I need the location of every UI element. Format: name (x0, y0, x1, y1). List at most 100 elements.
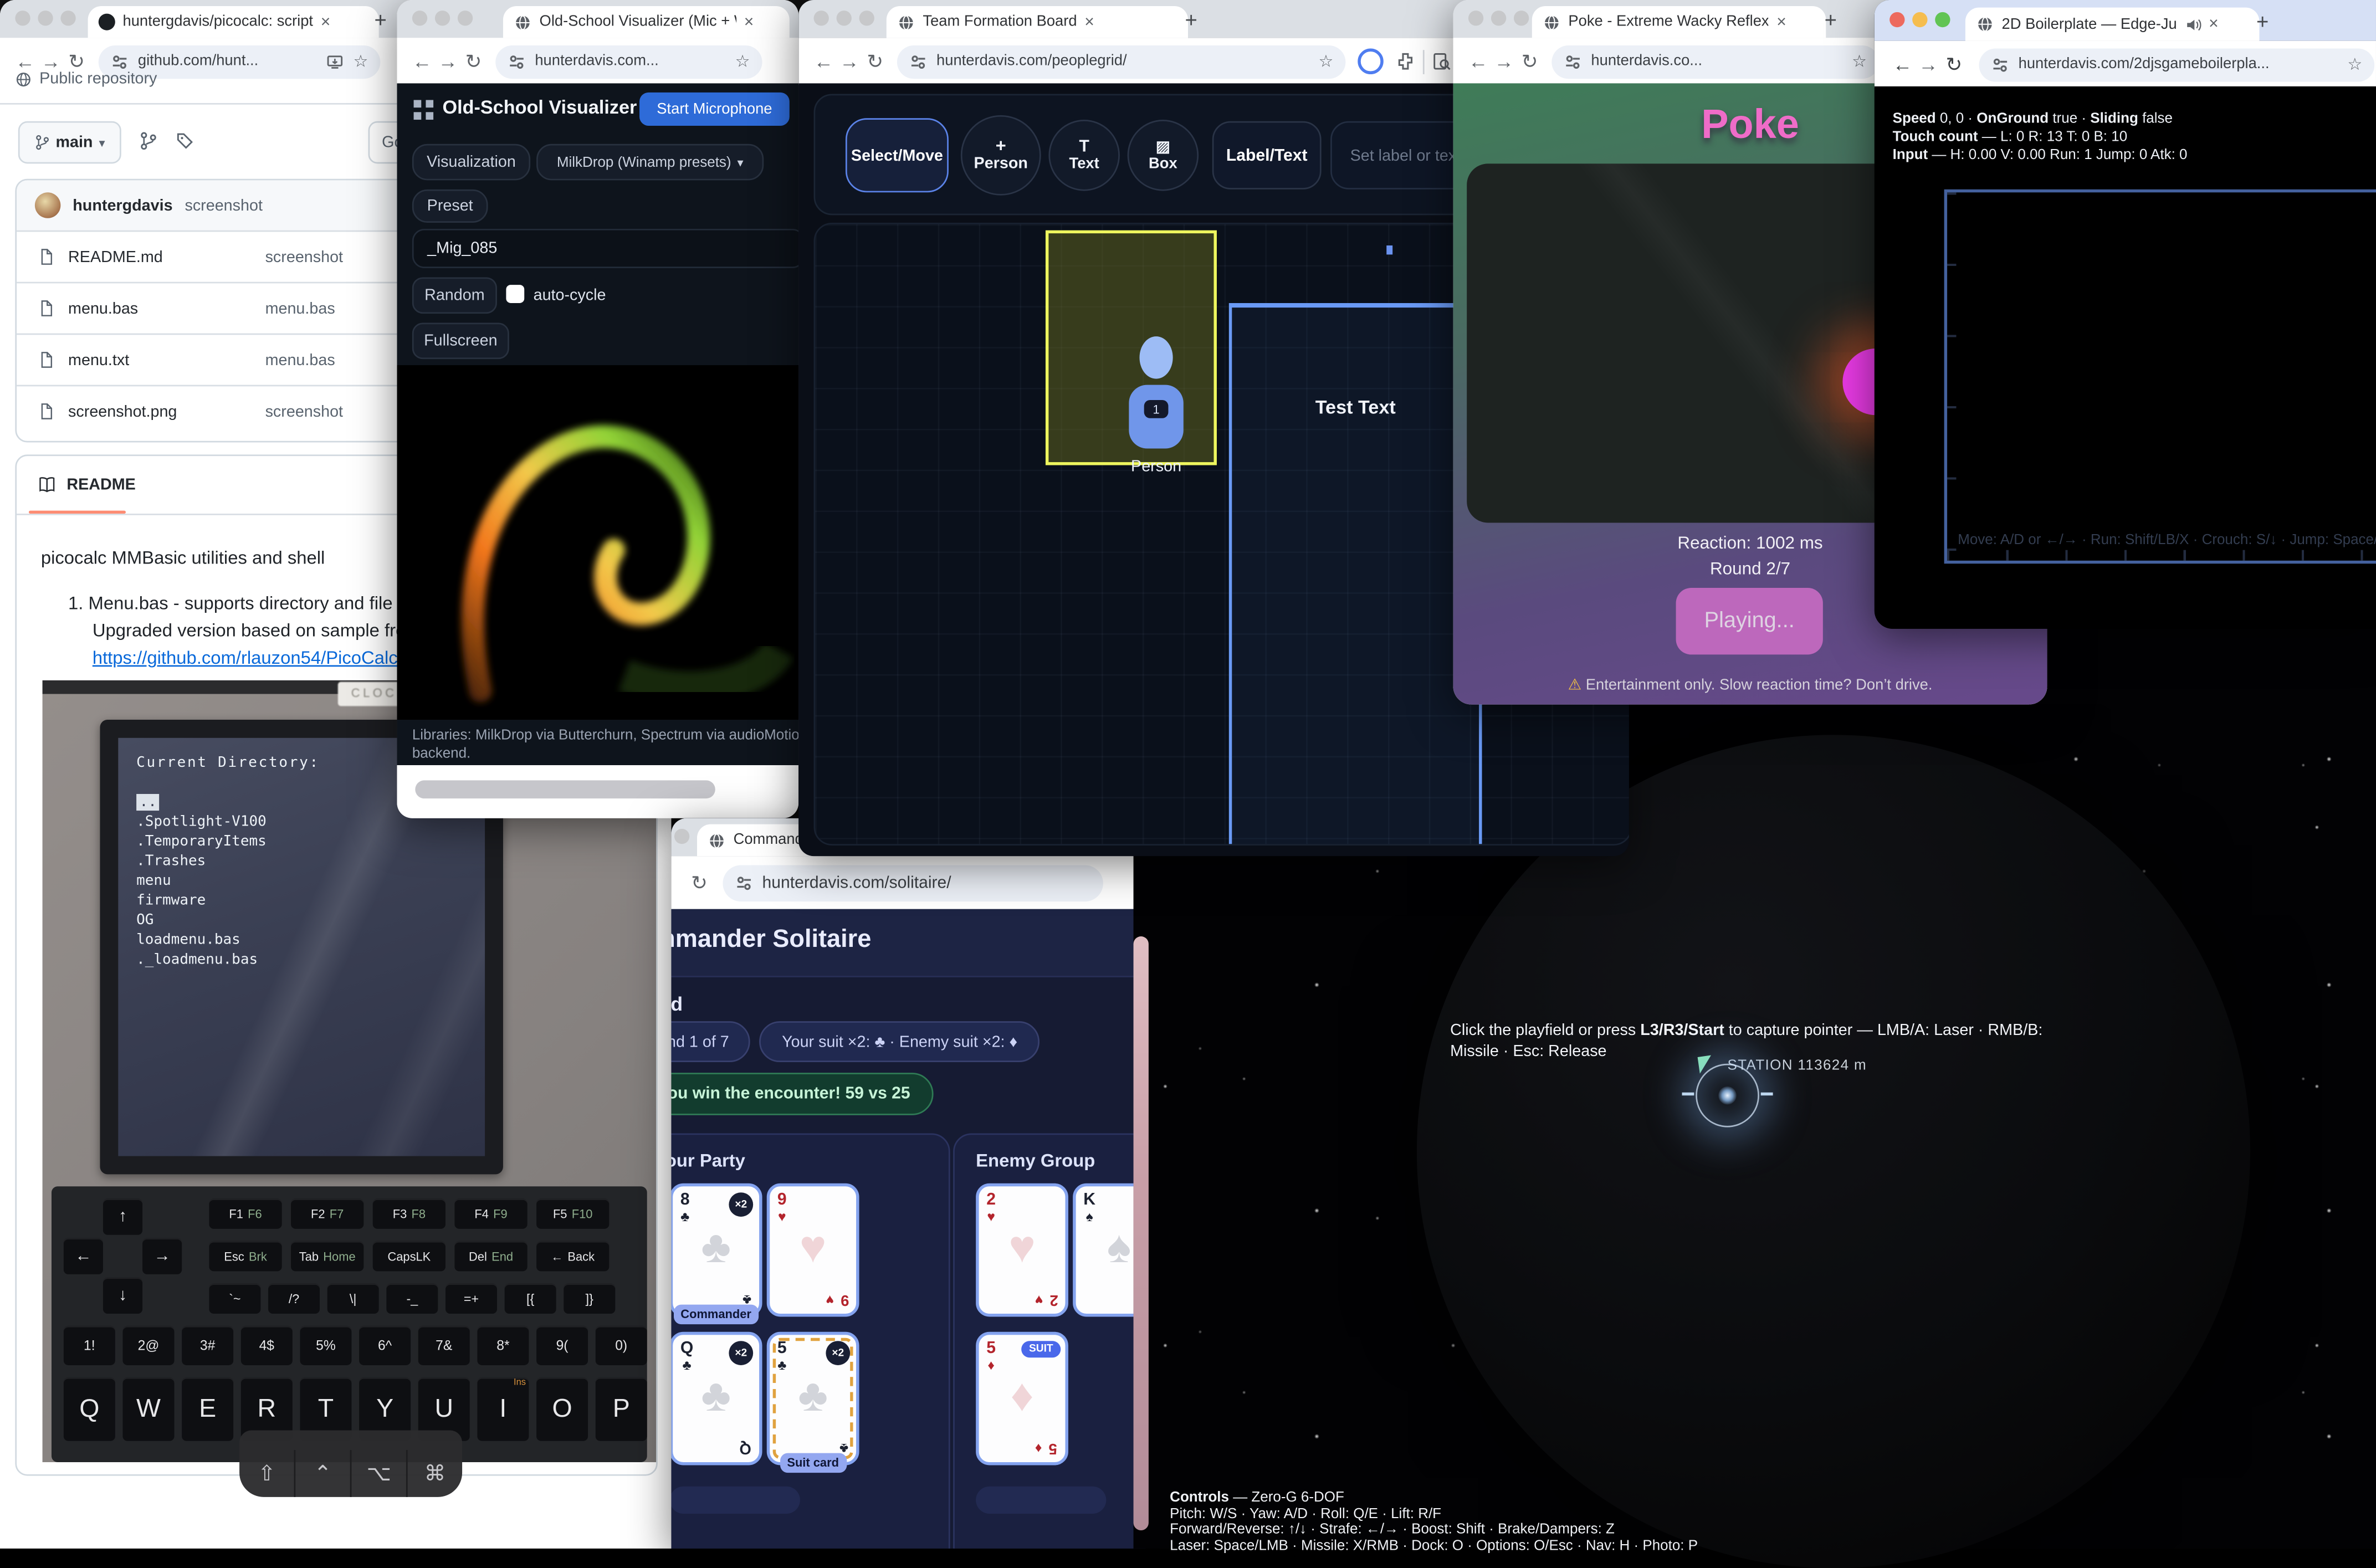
new-tab-button[interactable]: + (2256, 9, 2269, 33)
visualizer-canvas[interactable] (397, 365, 798, 720)
address-bar[interactable]: hunterdavis.com/peoplegrid/ ☆ (897, 45, 1345, 78)
site-settings-icon[interactable] (735, 874, 753, 892)
bookmark-star-icon[interactable]: ☆ (1852, 52, 1867, 71)
card-q-clubs[interactable]: Q♣ ×2 ♣ Q (671, 1332, 762, 1465)
file-commit-msg[interactable]: screenshot (265, 402, 343, 421)
site-settings-icon[interactable] (508, 52, 526, 70)
reload-icon[interactable]: ↻ (1941, 52, 1967, 76)
close-tab-icon[interactable]: × (321, 13, 331, 31)
random-button[interactable]: Random (412, 277, 497, 314)
reload-icon[interactable]: ↻ (862, 49, 888, 74)
commit-message[interactable]: screenshot (185, 196, 262, 214)
select-move-button[interactable]: Select/Move (846, 118, 949, 192)
address-bar[interactable]: hunterdavis.com... ☆ (495, 45, 762, 78)
file-name[interactable]: menu.txt (68, 351, 265, 369)
address-bar[interactable]: hunterdavis.com/2djsgameboilerpla... ☆ (1979, 48, 2375, 81)
card-5-clubs-suit[interactable]: 5♣ ×2 ♣ ♣ Suit card (767, 1332, 859, 1465)
back-icon[interactable]: ← (1465, 50, 1491, 73)
file-name[interactable]: screenshot.png (68, 402, 265, 421)
install-icon[interactable] (326, 52, 344, 70)
zoom-window-icon[interactable] (60, 11, 75, 25)
avatar[interactable] (35, 192, 60, 218)
file-commit-msg[interactable]: menu.bas (265, 351, 335, 369)
minimize-window-icon[interactable] (1912, 12, 1927, 27)
address-bar[interactable]: hunterdavis.co... ☆ (1551, 45, 1879, 78)
add-box-button[interactable]: ▨ Box (1128, 120, 1199, 191)
card-9-hearts[interactable]: 9♥ ♥ 9 ♥ (767, 1183, 859, 1317)
file-name[interactable]: menu.bas (68, 299, 265, 317)
game-viewport-border[interactable] (1944, 189, 2376, 563)
branch-selector[interactable]: main ▾ (18, 121, 121, 164)
site-settings-icon[interactable] (1564, 52, 1582, 70)
file-name[interactable]: README.md (68, 248, 265, 266)
password-manager-icon[interactable] (1358, 49, 1383, 74)
forward-icon[interactable]: → (1491, 50, 1517, 73)
tags-icon[interactable] (176, 132, 194, 150)
minimize-window-icon[interactable] (1491, 11, 1506, 25)
zoom-window-icon[interactable] (1514, 11, 1529, 25)
minimize-window-icon[interactable] (837, 11, 852, 25)
branches-icon[interactable] (140, 132, 158, 150)
reload-icon[interactable]: ↻ (1517, 49, 1542, 74)
playing-button[interactable]: Playing... (1676, 588, 1823, 654)
address-bar[interactable]: hunterdavis.com/solitaire/ (723, 864, 1103, 901)
auto-cycle-checkbox[interactable] (506, 285, 524, 303)
traffic-lights[interactable] (1889, 12, 1950, 27)
close-window-icon[interactable] (674, 829, 689, 844)
back-icon[interactable]: ← (409, 50, 434, 73)
bookmark-star-icon[interactable]: ☆ (1319, 52, 1334, 71)
tab-team-board[interactable]: Team Formation Board × (887, 6, 1188, 38)
close-tab-icon[interactable]: × (744, 13, 754, 31)
site-settings-icon[interactable] (111, 52, 129, 70)
card-8-clubs[interactable]: 8♣ ×2 ♣ ♣ Commander (671, 1183, 762, 1317)
zone-box-blue[interactable] (1229, 303, 1482, 846)
traffic-lights[interactable] (674, 829, 689, 844)
fullscreen-button[interactable]: Fullscreen (412, 322, 509, 359)
readme-tab-label[interactable]: README (66, 476, 135, 494)
close-window-icon[interactable] (412, 11, 427, 25)
bookmark-star-icon[interactable]: ☆ (2347, 54, 2362, 74)
label-text-button[interactable]: Label/Text (1212, 121, 1322, 189)
close-window-icon[interactable] (1889, 12, 1904, 27)
forward-icon[interactable]: → (1916, 53, 1941, 76)
close-tab-icon[interactable]: × (2209, 15, 2219, 33)
back-icon[interactable]: ← (1889, 53, 1915, 76)
forward-icon[interactable]: → (837, 50, 862, 73)
traffic-lights[interactable] (412, 11, 473, 25)
new-tab-button[interactable]: + (1825, 8, 1837, 32)
site-settings-icon[interactable] (909, 52, 928, 70)
box-text-label[interactable]: Test Text (1315, 397, 1396, 418)
back-icon[interactable]: ← (811, 50, 836, 73)
traffic-lights[interactable] (15, 11, 75, 25)
site-settings-icon[interactable] (1991, 55, 2009, 74)
new-tab-button[interactable]: + (1185, 8, 1197, 32)
add-text-button[interactable]: T Text (1048, 120, 1120, 191)
audio-playing-icon[interactable] (2184, 16, 2201, 33)
zoom-window-icon[interactable] (859, 11, 874, 25)
tab-poke[interactable]: Poke - Extreme Wacky Reflex × (1532, 6, 1826, 38)
find-in-page-icon[interactable] (1432, 52, 1452, 71)
card-2-hearts[interactable]: 2♥ ♥ 2 ♥ (976, 1183, 1068, 1317)
reload-icon[interactable]: ↻ (687, 870, 712, 895)
close-tab-icon[interactable]: × (1776, 13, 1786, 31)
minimize-window-icon[interactable] (38, 11, 53, 25)
preset-input[interactable]: _Mig_085 (412, 229, 798, 268)
horizontal-scrollbar[interactable] (415, 780, 715, 798)
commit-author[interactable]: huntergdavis (73, 196, 172, 214)
tab-github[interactable]: huntergdavis/picocalc: script × (88, 6, 379, 38)
traffic-lights[interactable] (1468, 11, 1529, 25)
bookmark-star-icon[interactable]: ☆ (735, 52, 750, 71)
card-5-diamonds[interactable]: 5♦ SUIT ♦ 5 ♦ (976, 1332, 1068, 1465)
close-window-icon[interactable] (814, 11, 829, 25)
extension-icon[interactable] (1396, 52, 1416, 71)
zoom-window-icon[interactable] (458, 11, 473, 25)
visualization-dropdown[interactable]: MilkDrop (Winamp presets)▾ (536, 144, 764, 181)
minimize-window-icon[interactable] (435, 11, 450, 25)
start-microphone-button[interactable]: Start Microphone (639, 93, 790, 126)
file-commit-msg[interactable]: menu.bas (265, 299, 335, 317)
reload-icon[interactable]: ↻ (460, 49, 486, 74)
boilerplate-page[interactable]: Speed 0, 0 · OnGround true · Sliding fal… (1875, 86, 2376, 629)
add-person-button[interactable]: + Person (961, 115, 1041, 196)
file-commit-msg[interactable]: screenshot (265, 248, 343, 266)
traffic-lights[interactable] (814, 11, 874, 25)
